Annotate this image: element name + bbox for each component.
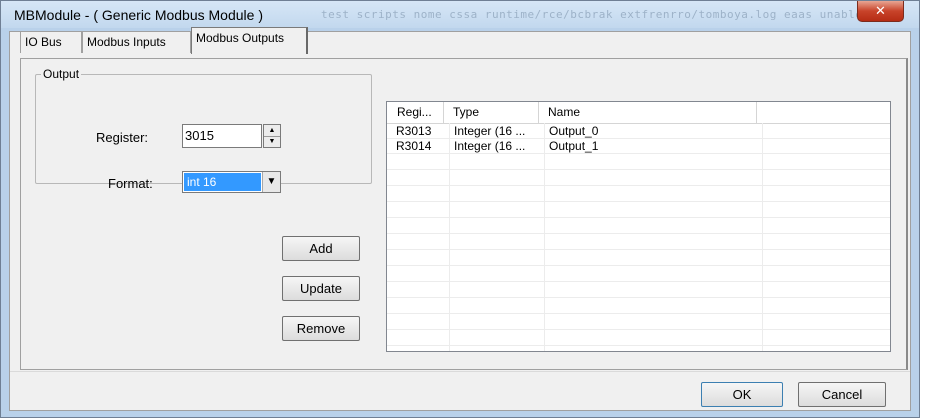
cell-name: Output_1	[549, 139, 599, 153]
register-input[interactable]: 3015	[182, 124, 262, 148]
title-bar[interactable]: MBModule - ( Generic Modbus Module ) tes…	[1, 1, 919, 28]
output-group-legend: Output	[41, 67, 82, 81]
register-spinner: ▲ ▼	[263, 124, 281, 148]
cell-type: Integer (16 ...	[454, 124, 526, 138]
format-select[interactable]: int 16 ▼	[182, 171, 281, 193]
grid-line	[762, 123, 763, 351]
column-header-type[interactable]: Type	[444, 102, 539, 123]
cell-name: Output_0	[549, 124, 599, 138]
grid-line	[387, 345, 890, 346]
grid-line	[387, 185, 890, 186]
divider	[10, 371, 910, 372]
format-label: Format:	[108, 176, 153, 191]
dialog-window: MBModule - ( Generic Modbus Module ) tes…	[0, 0, 920, 418]
grid-line	[387, 201, 890, 202]
background-window-text: test scripts nome cssa runtime/rce/bcbra…	[321, 8, 861, 21]
window-title: MBModule - ( Generic Modbus Module )	[14, 7, 263, 23]
tab-modbus-outputs[interactable]: Modbus Outputs	[191, 27, 308, 54]
tab-label: IO Bus	[25, 35, 62, 49]
triangle-down-icon: ▼	[268, 138, 276, 145]
grid-line	[449, 123, 450, 351]
spin-down-button[interactable]: ▼	[264, 136, 280, 147]
outputs-list[interactable]: Regi... Type Name R3013 Integer (16 ... …	[386, 101, 891, 352]
table-row[interactable]: R3014 Integer (16 ... Output_1	[387, 139, 890, 154]
grid-line	[387, 329, 890, 330]
table-row[interactable]: R3013 Integer (16 ... Output_0	[387, 124, 890, 139]
triangle-up-icon: ▲	[268, 127, 276, 134]
close-icon: ✕	[875, 3, 886, 18]
dropdown-button[interactable]: ▼	[262, 172, 280, 192]
tab-label: Modbus Inputs	[87, 35, 166, 49]
grid-line	[387, 265, 890, 266]
grid-line	[387, 233, 890, 234]
add-button[interactable]: Add	[282, 236, 360, 261]
grid-line	[387, 249, 890, 250]
ok-button[interactable]: OK	[701, 382, 783, 407]
column-header-name[interactable]: Name	[539, 102, 757, 123]
list-header: Regi... Type Name	[387, 102, 890, 124]
cell-type: Integer (16 ...	[454, 139, 526, 153]
grid-line	[387, 169, 890, 170]
tab-io-bus[interactable]: IO Bus	[20, 31, 82, 53]
register-label: Register:	[96, 130, 149, 145]
update-button[interactable]: Update	[282, 276, 360, 301]
cell-register: R3013	[396, 124, 432, 138]
chevron-down-icon: ▼	[266, 176, 277, 187]
grid-line	[387, 313, 890, 314]
cancel-button[interactable]: Cancel	[798, 382, 886, 407]
tab-modbus-inputs[interactable]: Modbus Inputs	[82, 31, 191, 53]
grid-line	[544, 123, 545, 351]
format-selected-value: int 16	[184, 173, 261, 191]
column-header-empty	[757, 102, 890, 123]
tab-label: Modbus Outputs	[196, 31, 285, 45]
column-header-register[interactable]: Regi...	[387, 102, 444, 123]
remove-button[interactable]: Remove	[282, 316, 360, 341]
cell-register: R3014	[396, 139, 432, 153]
grid-line	[387, 297, 890, 298]
close-button[interactable]: ✕	[857, 1, 904, 22]
grid-line	[387, 281, 890, 282]
grid-line	[387, 217, 890, 218]
